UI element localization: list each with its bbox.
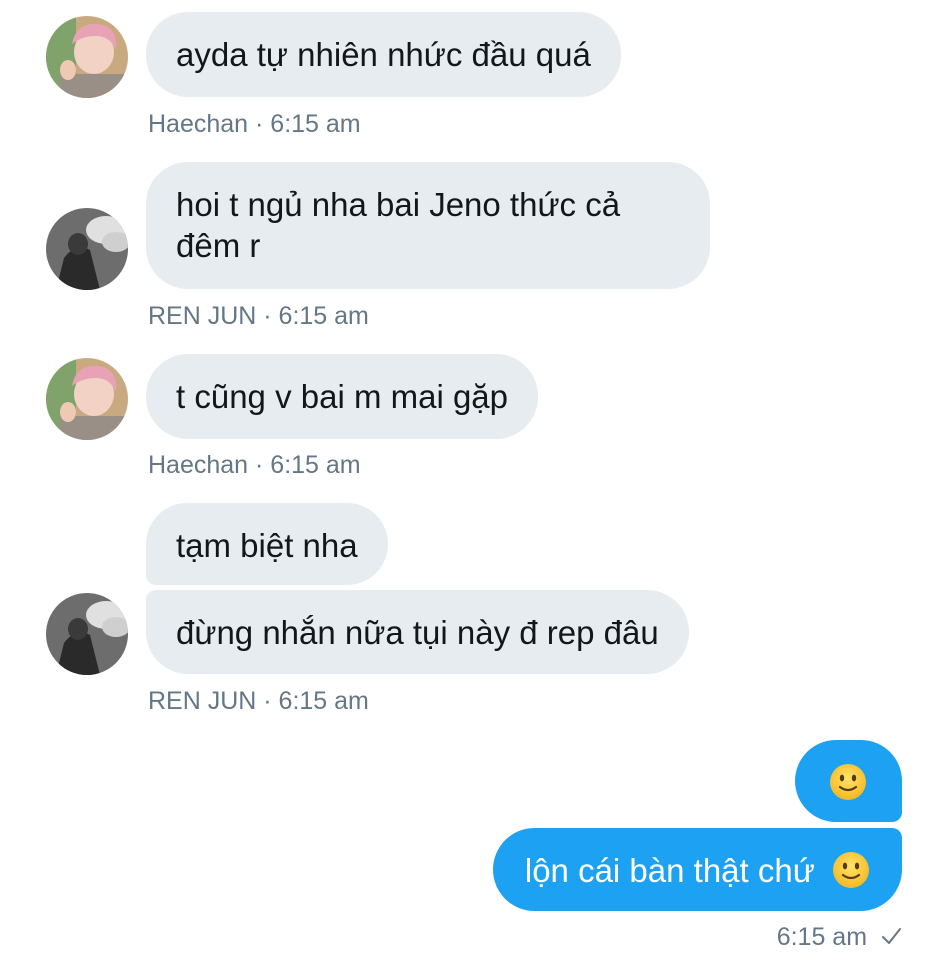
outgoing-message-meta: 6:15 am [777,923,902,952]
slightly-smiling-face-icon [832,851,870,889]
message-text: đừng nhắn nữa tụi này đ rep đâu [176,614,659,651]
message-meta: Haechan · 6:15 am [148,110,361,138]
slightly-smiling-face-icon [829,763,867,801]
avatar-renjun[interactable] [46,208,128,290]
message-text: ayda tự nhiên nhức đầu quá [176,36,591,73]
outgoing-message-bubble[interactable] [795,740,902,822]
checkmark-icon [882,928,901,944]
avatar-haechan[interactable] [46,16,128,98]
message-meta: REN JUN · 6:15 am [148,687,369,715]
outgoing-message-text: lộn cái bàn thật chứ [524,852,815,889]
message-text: hoi t ngủ nha bai Jeno thức cả đêm r [176,186,621,264]
avatar-renjun[interactable] [46,593,128,675]
message-meta: REN JUN · 6:15 am [148,302,369,330]
message-text: t cũng v bai m mai gặp [176,378,508,415]
message-bubble[interactable]: đừng nhắn nữa tụi này đ rep đâu [146,590,689,674]
message-bubble[interactable]: t cũng v bai m mai gặp [146,354,538,439]
message-bubble[interactable]: hoi t ngủ nha bai Jeno thức cả đêm r [146,162,710,289]
message-bubble[interactable]: ayda tự nhiên nhức đầu quá [146,12,621,97]
message-bubble[interactable]: tạm biệt nha [146,503,388,585]
outgoing-message-bubble[interactable]: lộn cái bàn thật chứ [492,828,902,911]
outgoing-time: 6:15 am [776,923,868,951]
message-meta: Haechan · 6:15 am [148,451,361,479]
message-text: tạm biệt nha [176,527,358,564]
avatar-haechan[interactable] [46,358,128,440]
